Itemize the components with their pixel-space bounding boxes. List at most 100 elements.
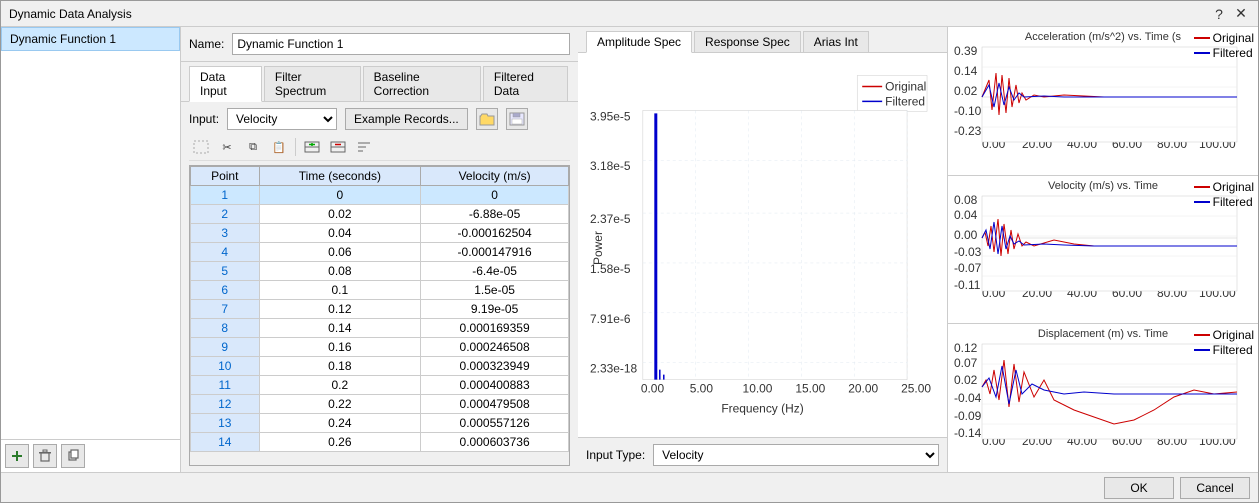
- row-time: 0.04: [259, 224, 421, 243]
- close-button[interactable]: ✕: [1232, 5, 1250, 23]
- disp-legend-filtered: Filtered: [1194, 343, 1254, 357]
- copy-function-button[interactable]: [61, 444, 85, 468]
- table-row[interactable]: 20.02-6.88e-05: [191, 205, 569, 224]
- cancel-button[interactable]: Cancel: [1180, 477, 1250, 499]
- bottom-bar: OK Cancel: [1, 472, 1258, 502]
- disp-legend: Original Filtered: [1194, 328, 1254, 357]
- disp-filtered-label: Filtered: [1213, 343, 1253, 357]
- copy-button[interactable]: ⧉: [241, 136, 265, 158]
- vel-original-line: [1194, 186, 1210, 188]
- row-velocity: 0.000400883: [421, 376, 569, 395]
- table-row[interactable]: 30.04-0.000162504: [191, 224, 569, 243]
- svg-text:-0.07: -0.07: [954, 261, 982, 275]
- row-time: 0.02: [259, 205, 421, 224]
- data-panel: Name: Data Input Filter Spectrum Baselin…: [181, 27, 578, 472]
- row-time: 0.1: [259, 281, 421, 300]
- help-button[interactable]: ?: [1210, 5, 1228, 23]
- data-input-section: Input: Velocity Acceleration Displacemen…: [181, 102, 578, 472]
- spectrum-chart-area: Original Filtered 3.95e-5 3.18e-5 2.37e-…: [578, 53, 947, 437]
- displacement-chart: Displacement (m) vs. Time Original Filte…: [948, 324, 1258, 472]
- input-label: Input:: [189, 112, 219, 126]
- row-point: 4: [191, 243, 260, 262]
- add-row-button[interactable]: [300, 136, 324, 158]
- accel-legend-filtered: Filtered: [1194, 46, 1254, 60]
- data-table: Point Time (seconds) Velocity (m/s) 1002…: [190, 166, 569, 452]
- row-velocity: -6.88e-05: [421, 205, 569, 224]
- svg-text:-0.03: -0.03: [954, 245, 982, 259]
- name-input[interactable]: [232, 33, 570, 55]
- disp-svg: 0.12 0.07 0.02 -0.04 -0.09 -0.14 0.00 20…: [954, 342, 1244, 447]
- row-velocity: 1.5e-05: [421, 281, 569, 300]
- cut-button[interactable]: ✂: [215, 136, 239, 158]
- delete-row-button[interactable]: [326, 136, 350, 158]
- table-row[interactable]: 120.220.000479508: [191, 395, 569, 414]
- disp-legend-original: Original: [1194, 328, 1254, 342]
- svg-text:Power: Power: [591, 231, 605, 265]
- col-time: Time (seconds): [259, 167, 421, 186]
- left-panel-footer: [1, 439, 180, 472]
- table-row[interactable]: 140.260.000603736: [191, 433, 569, 452]
- select-tool-button[interactable]: [189, 136, 213, 158]
- vel-svg: 0.08 0.04 0.00 -0.03 -0.07 -0.11 0.00 20…: [954, 194, 1244, 299]
- main-content: Dynamic Function 1 Name:: [1, 27, 1258, 472]
- left-panel: Dynamic Function 1: [1, 27, 181, 472]
- table-row[interactable]: 130.240.000557126: [191, 414, 569, 433]
- sort-button[interactable]: [352, 136, 376, 158]
- row-time: 0: [259, 186, 421, 205]
- open-file-button[interactable]: [476, 108, 498, 130]
- data-table-container[interactable]: Point Time (seconds) Velocity (m/s) 1002…: [189, 165, 570, 466]
- svg-text:-0.04: -0.04: [954, 391, 982, 405]
- table-row[interactable]: 60.11.5e-05: [191, 281, 569, 300]
- acceleration-chart: Acceleration (m/s^2) vs. Time (s Origina…: [948, 27, 1258, 176]
- input-type-dropdown[interactable]: Velocity Acceleration Displacement: [653, 444, 939, 466]
- row-velocity: 0.000169359: [421, 319, 569, 338]
- table-row[interactable]: 70.129.19e-05: [191, 300, 569, 319]
- vel-legend-original: Original: [1194, 180, 1254, 194]
- svg-text:0.12: 0.12: [954, 342, 978, 355]
- svg-text:0.02: 0.02: [954, 84, 978, 98]
- spectrum-panel: Amplitude Spec Response Spec Arias Int O…: [578, 27, 948, 472]
- svg-text:20.00: 20.00: [848, 382, 878, 396]
- main-window: Dynamic Data Analysis ? ✕ Dynamic Functi…: [0, 0, 1259, 503]
- svg-text:Original: Original: [885, 79, 926, 93]
- tab-filtered-data[interactable]: Filtered Data: [483, 66, 568, 101]
- row-time: 0.22: [259, 395, 421, 414]
- paste-button[interactable]: 📋: [267, 136, 291, 158]
- row-point: 9: [191, 338, 260, 357]
- tab-amplitude-spec[interactable]: Amplitude Spec: [586, 31, 692, 53]
- tab-filter-spectrum[interactable]: Filter Spectrum: [264, 66, 361, 101]
- row-velocity: 0.000479508: [421, 395, 569, 414]
- svg-text:0.08: 0.08: [954, 194, 978, 207]
- table-row[interactable]: 90.160.000246508: [191, 338, 569, 357]
- svg-text:0.00: 0.00: [954, 228, 978, 242]
- svg-text:0.00: 0.00: [641, 382, 665, 396]
- table-row[interactable]: 50.08-6.4e-05: [191, 262, 569, 281]
- svg-text:-0.11: -0.11: [954, 278, 981, 292]
- row-velocity: 0.000557126: [421, 414, 569, 433]
- save-file-button[interactable]: [506, 108, 528, 130]
- table-row[interactable]: 40.06-0.000147916: [191, 243, 569, 262]
- vel-filtered-label: Filtered: [1213, 195, 1253, 209]
- accel-legend: Original Filtered: [1194, 31, 1254, 60]
- table-row[interactable]: 100: [191, 186, 569, 205]
- disp-filtered-line: [1194, 349, 1210, 351]
- tab-baseline-correction[interactable]: Baseline Correction: [363, 66, 481, 101]
- delete-function-button[interactable]: [33, 444, 57, 468]
- row-time: 0.08: [259, 262, 421, 281]
- table-row[interactable]: 110.20.000400883: [191, 376, 569, 395]
- ok-button[interactable]: OK: [1104, 477, 1174, 499]
- svg-text:Frequency (Hz): Frequency (Hz): [721, 402, 803, 416]
- tab-data-input[interactable]: Data Input: [189, 66, 262, 102]
- function-list-item[interactable]: Dynamic Function 1: [1, 27, 180, 51]
- row-velocity: 0: [421, 186, 569, 205]
- example-records-button[interactable]: Example Records...: [345, 108, 468, 130]
- tab-arias-int[interactable]: Arias Int: [803, 31, 869, 52]
- row-point: 5: [191, 262, 260, 281]
- table-row[interactable]: 80.140.000169359: [191, 319, 569, 338]
- table-row[interactable]: 100.180.000323949: [191, 357, 569, 376]
- add-function-button[interactable]: [5, 444, 29, 468]
- input-type-select[interactable]: Velocity Acceleration Displacement: [227, 108, 337, 130]
- title-bar-right: ? ✕: [1210, 5, 1250, 23]
- accel-original-label: Original: [1213, 31, 1254, 45]
- tab-response-spec[interactable]: Response Spec: [694, 31, 801, 52]
